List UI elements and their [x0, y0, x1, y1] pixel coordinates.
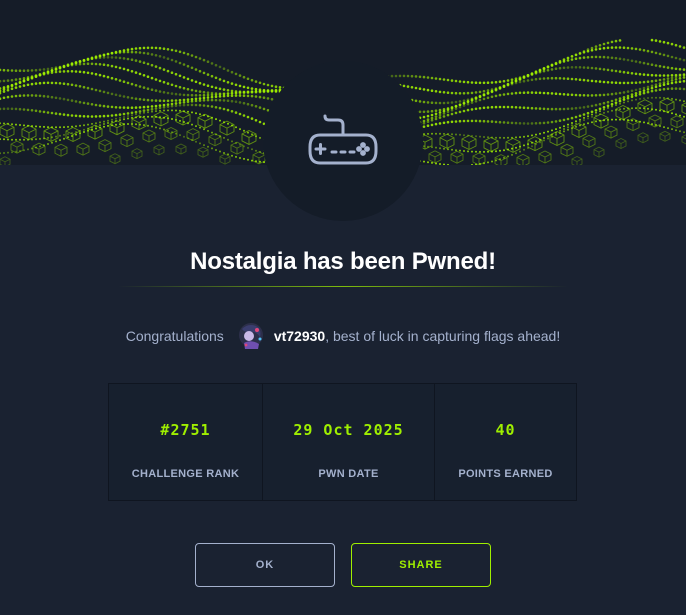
congrats-message: Congratulations vt72930 , best of luck i… [0, 318, 686, 354]
challenge-rank-value: #2751 [160, 421, 211, 439]
pwn-date-label: PWN DATE [318, 468, 379, 480]
ok-button[interactable]: OK [195, 543, 335, 587]
challenge-badge [263, 61, 423, 221]
stat-points-earned: 40 POINTS EARNED [435, 384, 576, 500]
gamepad-icon [308, 114, 378, 165]
congrats-suffix: , best of luck in capturing flags ahead! [325, 328, 561, 344]
congrats-prefix: Congratulations [125, 328, 224, 344]
share-button[interactable]: SHARE [351, 543, 491, 587]
points-earned-label: POINTS EARNED [458, 468, 553, 480]
challenge-rank-label: CHALLENGE RANK [131, 468, 240, 480]
user-avatar [235, 321, 266, 351]
points-earned-value: 40 [495, 421, 516, 439]
stats-panel: #2751 CHALLENGE RANK 29 Oct 2025 PWN DAT… [108, 383, 577, 501]
username[interactable]: vt72930 [274, 328, 325, 344]
modal-title: Nostalgia has been Pwned! [190, 248, 496, 275]
pwned-modal: Nostalgia has been Pwned! Congratulation… [0, 0, 686, 615]
pwn-date-value: 29 Oct 2025 [293, 421, 404, 439]
stat-challenge-rank: #2751 CHALLENGE RANK [109, 384, 263, 500]
stat-pwn-date: 29 Oct 2025 PWN DATE [263, 384, 435, 500]
title-divider [118, 286, 568, 287]
